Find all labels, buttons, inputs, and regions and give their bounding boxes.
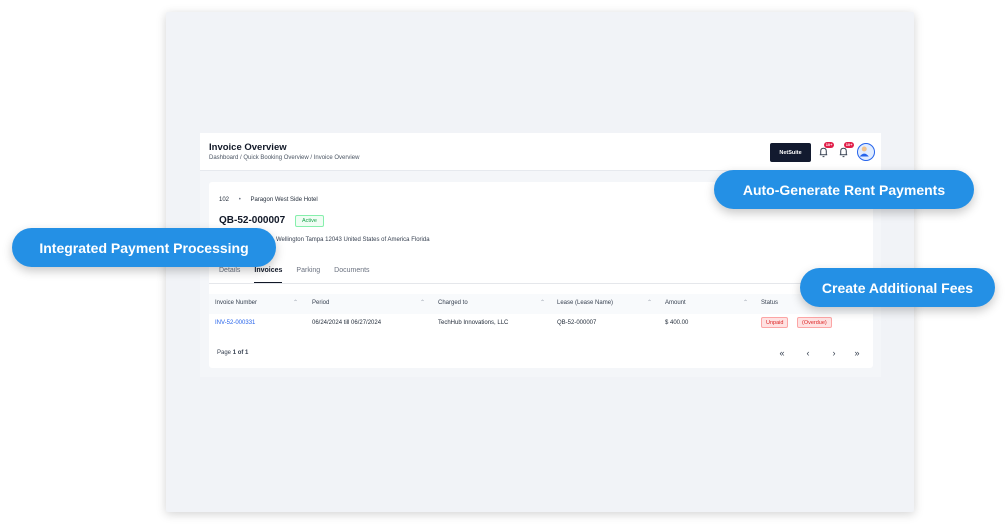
callout-auto-generate: Auto-Generate Rent Payments [714, 170, 974, 209]
table-header: Invoice Number ⌃ Period ⌃ Charged to ⌃ L… [209, 294, 873, 314]
avatar[interactable] [857, 143, 875, 161]
marketing-stage: Invoice Overview Dashboard / Quick Booki… [0, 0, 1008, 524]
property-row: 102 • Paragon West Side Hotel [219, 197, 318, 203]
page-prefix: Page [217, 350, 232, 356]
property-address: Wellington Tampa 12043 United States of … [276, 237, 430, 243]
column-status[interactable]: Status [761, 300, 778, 306]
pagination-label: Page 1 of 1 [217, 350, 248, 356]
column-lease[interactable]: Lease (Lease Name) [557, 300, 613, 306]
sort-icon[interactable]: ⌃ [647, 299, 652, 306]
status-overdue-badge: (Overdue) [797, 317, 832, 328]
sort-icon[interactable]: ⌃ [420, 299, 425, 306]
column-charged-to[interactable]: Charged to [438, 300, 468, 306]
lease-card: 102 • Paragon West Side Hotel QB-52-0000… [209, 182, 873, 368]
sort-icon[interactable]: ⌃ [743, 299, 748, 306]
callout-integrated-payment: Integrated Payment Processing [12, 228, 276, 267]
column-amount[interactable]: Amount [665, 300, 686, 306]
unit-number: 102 [219, 197, 230, 203]
invoice-number-link[interactable]: INV-52-000331 [215, 320, 255, 326]
invoice-amount: $ 400.00 [665, 320, 689, 326]
lease-id: QB-52-000007 [219, 215, 286, 226]
status-badge: Active [295, 215, 324, 227]
charged-to: TechHub Innovations, LLC [438, 320, 509, 326]
separator-dot: • [238, 197, 241, 203]
callout-additional-fees: Create Additional Fees [800, 268, 995, 307]
tab-parking[interactable]: Parking [296, 267, 320, 283]
prev-page-button[interactable]: ‹ [803, 346, 813, 360]
column-period[interactable]: Period [312, 300, 329, 306]
app-header: Invoice Overview Dashboard / Quick Booki… [200, 133, 881, 171]
page-current: 1 of 1 [232, 350, 249, 356]
tab-bar: Details Invoices Parking Documents [219, 267, 370, 283]
page-title: Invoice Overview [209, 142, 287, 153]
column-invoice-number[interactable]: Invoice Number [215, 300, 257, 306]
bell-badge: 10+ [844, 142, 854, 148]
invoice-period: 06/24/2024 till 06/27/2024 [312, 320, 382, 326]
notification-badge: 10+ [824, 142, 834, 148]
tabs-divider [209, 283, 873, 284]
bell-icon[interactable]: 10+ [837, 142, 854, 159]
sort-icon[interactable]: ⌃ [293, 299, 298, 306]
property-name: Paragon West Side Hotel [250, 197, 318, 203]
netsuite-button[interactable]: NetSuite [770, 143, 811, 162]
first-page-button[interactable]: « [777, 346, 787, 360]
breadcrumb[interactable]: Dashboard / Quick Booking Overview / Inv… [209, 155, 359, 161]
tab-invoices[interactable]: Invoices [254, 267, 283, 283]
lease-name: QB-52-000007 [557, 320, 597, 326]
next-page-button[interactable]: › [829, 346, 839, 360]
last-page-button[interactable]: » [852, 346, 862, 360]
sort-icon[interactable]: ⌃ [540, 299, 545, 306]
tab-details[interactable]: Details [219, 267, 240, 283]
notification-icon[interactable]: 10+ [817, 142, 834, 159]
status-unpaid-badge: Unpaid [761, 317, 789, 328]
tab-documents[interactable]: Documents [334, 267, 369, 283]
